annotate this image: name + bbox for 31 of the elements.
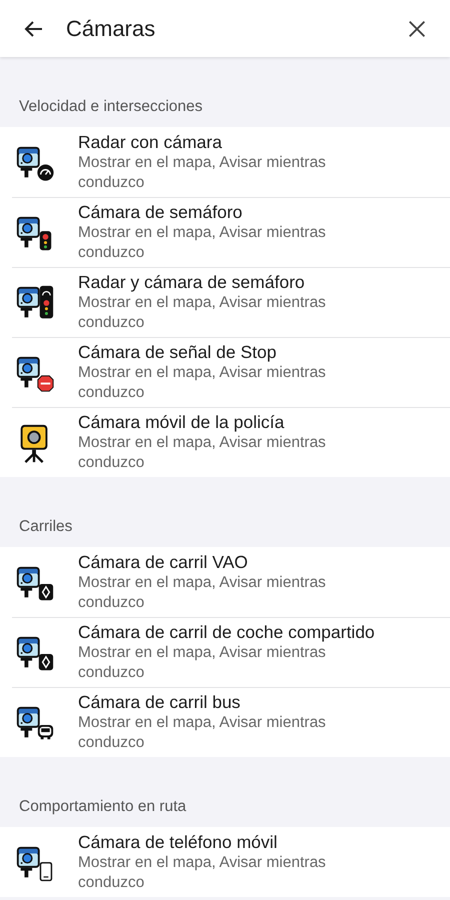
item-subtitle: Mostrar en el mapa, Avisar mientras conduzco <box>78 223 327 263</box>
item-subtitle: Mostrar en el mapa, Avisar mientras conduzco <box>78 153 327 193</box>
item-title: Cámara de teléfono móvil <box>78 831 278 853</box>
item-subtitle: Mostrar en el mapa, Avisar mientras conduzco <box>78 713 327 753</box>
section-header: Carriles <box>18 517 74 537</box>
camera-setting-item[interactable]: Cámara de semáforo Mostrar en el mapa, Avisar mientras conduzco <box>0 197 450 267</box>
item-title: Cámara móvil de la policía <box>78 411 286 433</box>
camera-setting-item[interactable]: Cámara de señal de Stop Mostrar en el mapa, Avisar mientras conduzco <box>0 337 450 407</box>
page-title: Cámaras <box>66 16 156 42</box>
item-title: Cámara de carril bus <box>78 691 242 713</box>
item-title: Radar con cámara <box>78 131 223 153</box>
item-title: Cámara de señal de Stop <box>78 341 278 363</box>
camera-setting-item[interactable]: Cámara de carril bus Mostrar en el mapa, Avisar mientras conduzco <box>0 687 450 757</box>
section-header: Velocidad e intersecciones <box>18 97 204 117</box>
item-subtitle: Mostrar en el mapa, Avisar mientras conduzco <box>78 363 327 403</box>
item-title: Cámara de carril de coche compartido <box>78 621 376 643</box>
camera-setting-item[interactable]: Radar con cámara Mostrar en el mapa, Avisar mientras conduzco <box>0 127 450 197</box>
item-title: Radar y cámara de semáforo <box>78 271 306 293</box>
camera-setting-item[interactable]: Cámara de carril de coche compartido Mostrar en el mapa, Avisar mientras conduzco <box>0 617 450 687</box>
item-title: Cámara de carril VAO <box>78 551 249 573</box>
item-subtitle: Mostrar en el mapa, Avisar mientras conduzco <box>78 643 327 683</box>
item-subtitle: Mostrar en el mapa, Avisar mientras conduzco <box>78 853 327 893</box>
item-subtitle: Mostrar en el mapa, Avisar mientras conduzco <box>78 433 327 473</box>
section-header: Comportamiento en ruta <box>18 797 188 817</box>
camera-setting-item[interactable]: Cámara de teléfono móvil Mostrar en el mapa, Avisar mientras conduzco <box>0 827 450 897</box>
item-subtitle: Mostrar en el mapa, Avisar mientras conduzco <box>78 293 327 333</box>
item-subtitle: Mostrar en el mapa, Avisar mientras conduzco <box>78 573 327 613</box>
camera-setting-item[interactable]: Cámara móvil de la policía Mostrar en el mapa, Avisar mientras conduzco <box>0 407 450 477</box>
camera-setting-item[interactable]: Cámara de carril VAO Mostrar en el mapa, Avisar mientras conduzco <box>0 547 450 617</box>
camera-setting-item[interactable]: Radar y cámara de semáforo Mostrar en el mapa, Avisar mientras conduzco <box>0 267 450 337</box>
item-title: Cámara de semáforo <box>78 201 244 223</box>
